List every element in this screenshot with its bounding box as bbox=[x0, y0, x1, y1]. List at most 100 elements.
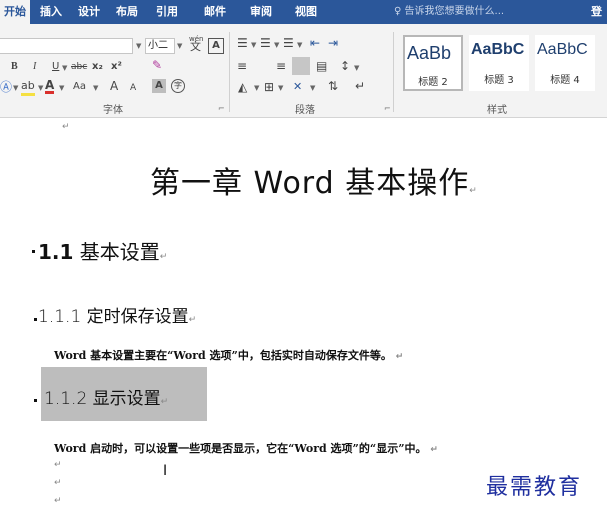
font-size-value: 小二 bbox=[148, 40, 168, 51]
tab-view[interactable]: 视图 bbox=[295, 0, 317, 24]
align-left-icon[interactable]: ≡ bbox=[237, 59, 247, 73]
style-sample: AaBb bbox=[407, 43, 452, 63]
heading-1: 1.1 基本设置↵ bbox=[38, 236, 167, 265]
paragraph-mark: ↵ bbox=[54, 496, 62, 506]
enclose-char-button[interactable]: 字 bbox=[171, 79, 185, 93]
bold-button[interactable]: B bbox=[11, 60, 18, 74]
decrease-indent-icon[interactable]: ⇤ bbox=[310, 36, 320, 50]
font-name-combo[interactable] bbox=[0, 38, 133, 54]
body-paragraph: Word 基本设置主要在“Word 选项”中，包括实时自动保存文件等。 ↵ bbox=[54, 347, 403, 363]
phonetic-char: 文 bbox=[190, 40, 201, 53]
paragraph-mark: ↵ bbox=[188, 315, 197, 325]
paragraph-group-label: 段落 bbox=[295, 105, 315, 116]
style-heading-2[interactable]: AaBb 标题 2 bbox=[403, 35, 463, 91]
heading-2-timed-save: 1.1.1 定时保存设置↵ bbox=[38, 302, 196, 327]
heading-bullet bbox=[32, 250, 35, 253]
paragraph-mark: ↵ bbox=[395, 352, 404, 362]
document-title: 第一章 Word 基本操作↵ bbox=[150, 158, 478, 202]
line-spacing-dropdown-icon[interactable]: ▼ bbox=[354, 64, 359, 72]
heading-bullet bbox=[34, 399, 37, 402]
borders-icon[interactable]: ⊞ bbox=[264, 80, 274, 94]
paragraph-dialog-launcher-icon[interactable]: ⌐ bbox=[384, 104, 391, 113]
text-effects-icon[interactable]: Ⓐ bbox=[0, 80, 12, 94]
chinese-layout-icon[interactable]: ✕ bbox=[293, 80, 302, 94]
sign-in-button[interactable]: 登 bbox=[591, 0, 602, 24]
heading-number: 1.1 bbox=[38, 240, 74, 264]
chinese-layout-dropdown-icon[interactable]: ▼ bbox=[310, 84, 315, 92]
subscript-button[interactable]: x₂ bbox=[92, 60, 103, 74]
line-spacing-icon[interactable]: ↕ bbox=[340, 59, 350, 73]
tab-layout[interactable]: 布局 bbox=[116, 0, 138, 24]
styles-group-label: 样式 bbox=[487, 105, 507, 116]
sort-icon[interactable]: ⇅ bbox=[328, 79, 338, 93]
tab-references[interactable]: 引用 bbox=[156, 0, 178, 24]
heading-text: 显示设置 bbox=[92, 389, 161, 409]
style-heading-3[interactable]: AaBbC 标题 3 bbox=[469, 35, 529, 91]
distributed-align-icon[interactable]: ▤ bbox=[316, 59, 327, 73]
ibeam-cursor-icon: I bbox=[163, 463, 168, 479]
paragraph-mark: ↵ bbox=[62, 122, 70, 132]
heading-text: 基本设置 bbox=[79, 240, 160, 264]
paragraph-text: Word 基本设置主要在“Word 选项”中，包括实时自动保存文件等。 bbox=[54, 349, 392, 362]
font-color-dropdown-icon[interactable]: ▼ bbox=[59, 84, 64, 92]
ribbon-tab-bar: 开始 插入 设计 布局 引用 邮件 审阅 视图 ♀ 告诉我您想要做什么... 登 bbox=[0, 0, 607, 24]
tab-review[interactable]: 审阅 bbox=[250, 0, 272, 24]
highlight-dropdown-icon[interactable]: ▼ bbox=[38, 84, 43, 92]
tell-me-box[interactable]: ♀ 告诉我您想要做什么... bbox=[394, 0, 504, 24]
title-part: 第一章 bbox=[150, 166, 243, 201]
italic-button[interactable]: I bbox=[33, 60, 36, 74]
change-case-dropdown-icon[interactable]: ▼ bbox=[93, 84, 98, 92]
shading-icon[interactable]: ◭ bbox=[238, 80, 247, 94]
style-sample: AaBbC bbox=[537, 41, 588, 58]
heading-bullet bbox=[34, 318, 37, 321]
heading-2-display: 1.1.2 显示设置↵ bbox=[44, 384, 168, 409]
heading-text: 定时保存设置 bbox=[86, 307, 189, 327]
font-name-dropdown-icon[interactable]: ▼ bbox=[136, 42, 141, 50]
paragraph-mark: ↵ bbox=[469, 186, 478, 196]
title-part: 基本操作 bbox=[345, 166, 470, 201]
multilevel-dropdown-icon[interactable]: ▼ bbox=[297, 41, 302, 49]
align-right-icon[interactable]: ≡ bbox=[276, 59, 286, 73]
tab-mailings[interactable]: 邮件 bbox=[204, 0, 226, 24]
justify-button[interactable] bbox=[292, 57, 310, 75]
numbering-dropdown-icon[interactable]: ▼ bbox=[274, 41, 279, 49]
font-size-dropdown-icon[interactable]: ▼ bbox=[177, 42, 182, 50]
shrink-font-button[interactable]: A bbox=[130, 81, 136, 95]
superscript-button[interactable]: x² bbox=[111, 60, 122, 74]
multilevel-list-icon[interactable]: ☰ bbox=[283, 36, 294, 50]
strikethrough-button[interactable]: abc bbox=[71, 60, 87, 74]
font-size-combo[interactable]: 小二 bbox=[145, 38, 175, 54]
paragraph-text: Word 启动时，可以设置一些项是否显示，它在“Word 选项”的“显示”中。 bbox=[54, 442, 427, 455]
text-effects-dropdown-icon[interactable]: ▼ bbox=[13, 84, 18, 92]
bullets-dropdown-icon[interactable]: ▼ bbox=[251, 41, 256, 49]
increase-indent-icon[interactable]: ⇥ bbox=[328, 36, 338, 50]
heading-number: 1.1.2 bbox=[44, 389, 88, 409]
grow-font-button[interactable]: A bbox=[110, 79, 118, 93]
show-marks-icon[interactable]: ↵ bbox=[355, 79, 365, 93]
font-dialog-launcher-icon[interactable]: ⌐ bbox=[218, 104, 225, 113]
underline-button[interactable]: U bbox=[52, 60, 59, 74]
font-color-icon[interactable]: A bbox=[45, 79, 55, 94]
watermark: 最需教育 bbox=[486, 475, 583, 500]
paragraph-mark: ↵ bbox=[160, 397, 169, 407]
clear-format-icon[interactable]: ✎ bbox=[152, 58, 162, 72]
char-shading-button[interactable]: A bbox=[152, 79, 166, 93]
highlight-color-icon[interactable]: ab bbox=[21, 79, 35, 96]
tell-me-text: 告诉我您想要做什么... bbox=[404, 6, 505, 17]
tab-design[interactable]: 设计 bbox=[78, 0, 100, 24]
body-paragraph: Word 启动时，可以设置一些项是否显示，它在“Word 选项”的“显示”中。 … bbox=[54, 440, 438, 456]
char-border-icon[interactable]: A bbox=[208, 38, 224, 54]
title-part: Word bbox=[253, 166, 335, 201]
borders-dropdown-icon[interactable]: ▼ bbox=[278, 84, 283, 92]
numbering-icon[interactable]: ☰ bbox=[260, 36, 271, 50]
style-heading-4[interactable]: AaBbC 标题 4 bbox=[535, 35, 595, 91]
tab-home[interactable]: 开始 bbox=[0, 0, 30, 24]
underline-dropdown-icon[interactable]: ▼ bbox=[62, 64, 67, 72]
bullets-icon[interactable]: ☰ bbox=[237, 36, 248, 50]
lightbulb-icon: ♀ bbox=[394, 6, 402, 17]
shading-dropdown-icon[interactable]: ▼ bbox=[254, 84, 259, 92]
style-name: 标题 3 bbox=[484, 75, 514, 86]
tab-insert[interactable]: 插入 bbox=[40, 0, 62, 24]
change-case-button[interactable]: Aa bbox=[73, 80, 86, 94]
document-page[interactable]: ↵ 第一章 Word 基本操作↵ 1.1 基本设置↵ 1.1.1 定时保存设置↵… bbox=[0, 118, 607, 515]
